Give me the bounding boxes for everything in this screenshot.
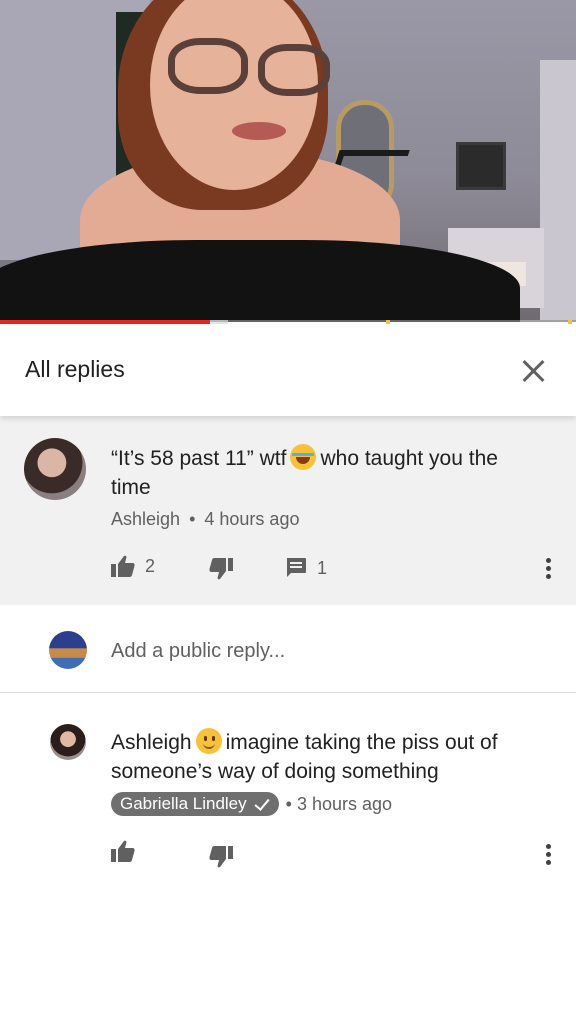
my-avatar [49, 631, 87, 669]
more-vert-icon[interactable] [542, 842, 554, 868]
reply-input-bar: Add a public reply... [0, 605, 576, 693]
dislike-button[interactable] [209, 846, 233, 868]
comment-text-part: time [111, 476, 151, 499]
face-with-tears-of-joy-icon [290, 444, 317, 470]
parent-comment: “It’s 58 past 11” wtf who taught you the … [0, 416, 576, 605]
comment-text: Ashleigh imagine taking the piss out of s… [111, 728, 551, 786]
comment-text-part: “It’s 58 past 11” wtf [111, 447, 287, 470]
comment-time: 3 hours ago [296, 793, 393, 814]
thumbs-up-icon [111, 840, 135, 862]
video-person-shirt [0, 240, 520, 322]
meta-separator: • [189, 509, 196, 529]
comment-text-part: Ashleigh [111, 731, 192, 754]
more-vert-icon[interactable] [542, 556, 554, 582]
dislike-button[interactable] [209, 558, 233, 580]
thumbs-up-icon [111, 555, 135, 577]
comment-text-part: someone’s way of doing something [111, 760, 439, 783]
reply-input[interactable]: Add a public reply... [111, 640, 285, 663]
verified-check-icon [253, 795, 271, 813]
creator-author-badge[interactable]: Gabriella Lindley [111, 792, 279, 816]
thumbs-down-icon [209, 558, 233, 580]
comment-time: 4 hours ago [204, 509, 300, 529]
video-glasses-right [258, 44, 330, 96]
comment-text: “It’s 58 past 11” wtf who taught you the … [111, 444, 551, 502]
comment-author[interactable]: Ashleigh [111, 509, 180, 529]
comment-meta: Ashleigh • 4 hours ago [111, 509, 299, 530]
comment-icon [287, 558, 306, 577]
reply-button[interactable]: 1 [285, 557, 327, 579]
comment-text-part: imagine taking the piss out of [225, 731, 498, 754]
reply-comment: Ashleigh imagine taking the piss out of s… [0, 694, 576, 894]
like-count: 2 [145, 555, 156, 576]
slightly-smiling-face-icon [195, 728, 222, 754]
user-avatar[interactable] [24, 438, 86, 500]
comment-text-part: who taught you the [320, 447, 498, 470]
like-button[interactable] [111, 840, 135, 862]
video-doorway [540, 60, 576, 320]
replies-panel-header: All replies [0, 324, 576, 416]
video-glasses-left [168, 38, 248, 94]
thumbs-down-icon [209, 846, 233, 868]
video-picture-frame [456, 142, 506, 190]
comment-author: Gabriella Lindley [120, 794, 247, 813]
like-button[interactable]: 2 [111, 555, 155, 577]
reply-count: 1 [317, 557, 328, 578]
panel-title: All replies [25, 356, 125, 382]
meta-separator: • [285, 793, 292, 814]
video-player[interactable] [0, 0, 576, 322]
video-person-mouth [232, 122, 286, 140]
user-avatar[interactable] [50, 724, 86, 760]
close-icon[interactable] [512, 350, 554, 392]
comment-meta: Gabriella Lindley • 3 hours ago [111, 792, 392, 816]
